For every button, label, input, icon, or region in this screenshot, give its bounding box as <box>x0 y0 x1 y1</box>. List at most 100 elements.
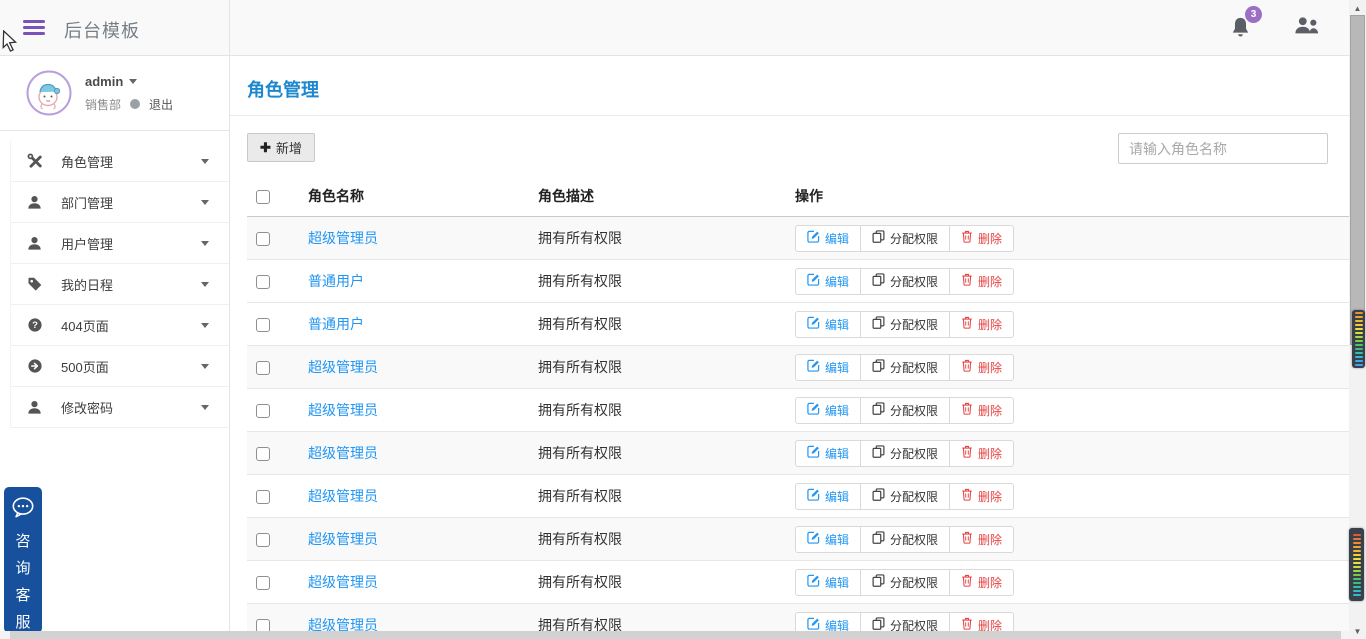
assign-permissions-button[interactable]: 分配权限 <box>860 396 951 424</box>
app-title: 后台模板 <box>64 21 140 41</box>
row-checkbox[interactable] <box>256 447 270 462</box>
role-name-link[interactable]: 超级管理员 <box>308 230 378 246</box>
bell-icon <box>1229 17 1252 45</box>
row-checkbox[interactable] <box>256 275 270 290</box>
sidebar-item-department-management[interactable]: 部门管理 <box>11 182 229 223</box>
edit-icon <box>807 402 820 418</box>
row-actions: 编辑 分配权限 删除 <box>795 267 1015 295</box>
edit-button[interactable]: 编辑 <box>795 396 862 424</box>
row-checkbox[interactable] <box>256 232 270 247</box>
table-row: 超级管理员 拥有所有权限 编辑 分配权限 删除 <box>247 560 1349 604</box>
edit-button[interactable]: 编辑 <box>795 267 862 295</box>
row-checkbox[interactable] <box>256 576 270 591</box>
clone-icon <box>872 402 885 418</box>
scroll-down-arrow[interactable]: ▼ <box>1349 623 1366 639</box>
main-content: 角色管理 ✚ 新增 角色名称 角色描述 操作 超级管理员拥有所有权限编辑分配权限… <box>230 56 1349 639</box>
trash-icon <box>961 488 973 504</box>
department-label: 销售部 <box>85 97 122 112</box>
role-name-link[interactable]: 超级管理员 <box>308 574 378 590</box>
sidebar-item-user-management[interactable]: 用户管理 <box>11 223 229 264</box>
role-name-link[interactable]: 超级管理员 <box>308 445 378 461</box>
assign-permissions-button[interactable]: 分配权限 <box>860 568 951 596</box>
assign-permissions-button[interactable]: 分配权限 <box>860 525 951 553</box>
logout-link[interactable]: 退出 <box>149 96 173 113</box>
row-actions: 编辑 分配权限 删除 <box>795 396 1015 424</box>
edit-button[interactable]: 编辑 <box>795 224 862 252</box>
edit-button[interactable]: 编辑 <box>795 353 862 381</box>
row-checkbox[interactable] <box>256 318 270 333</box>
customer-service-label: 咨询客服 <box>15 533 31 631</box>
row-checkbox[interactable] <box>256 533 270 548</box>
user-dropdown[interactable]: admin <box>85 74 173 89</box>
clone-icon <box>872 359 885 375</box>
sidebar-menu: 角色管理部门管理 用户管理 我的日程? 404页面 500页面修改密码 <box>10 141 229 428</box>
horizontal-scrollbar[interactable] <box>0 631 1349 639</box>
assign-permissions-button[interactable]: 分配权限 <box>860 310 951 338</box>
chevron-down-icon <box>201 404 209 410</box>
role-description: 拥有所有权限 <box>538 445 622 461</box>
plus-icon: ✚ <box>260 139 271 155</box>
delete-button[interactable]: 删除 <box>949 396 1015 424</box>
assign-permissions-button[interactable]: 分配权限 <box>860 224 951 252</box>
add-button[interactable]: ✚ 新增 <box>247 133 315 162</box>
avatar[interactable] <box>26 70 72 116</box>
role-name-link[interactable]: 超级管理员 <box>308 402 378 418</box>
sidebar-item-label: 404页面 <box>61 318 109 334</box>
tools-icon <box>27 153 44 170</box>
row-checkbox[interactable] <box>256 490 270 505</box>
edit-icon <box>807 488 820 504</box>
edit-button[interactable]: 编辑 <box>795 568 862 596</box>
delete-button[interactable]: 删除 <box>949 482 1015 510</box>
sidebar-item-page-404[interactable]: ? 404页面 <box>11 305 229 346</box>
notification-badge: 3 <box>1245 6 1262 23</box>
hamburger-menu-icon[interactable] <box>23 17 45 38</box>
row-checkbox[interactable] <box>256 361 270 376</box>
delete-button[interactable]: 删除 <box>949 310 1015 338</box>
edit-button[interactable]: 编辑 <box>795 439 862 467</box>
role-name-link[interactable]: 超级管理员 <box>308 359 378 375</box>
role-name-link[interactable]: 超级管理员 <box>308 531 378 547</box>
role-description: 拥有所有权限 <box>538 359 622 375</box>
edit-icon <box>807 445 820 461</box>
assign-permissions-button[interactable]: 分配权限 <box>860 439 951 467</box>
topbar: 后台模板 3 <box>0 0 1349 56</box>
delete-button[interactable]: 删除 <box>949 224 1015 252</box>
clone-icon <box>872 531 885 547</box>
vertical-scrollbar-thumb[interactable] <box>1350 15 1365 345</box>
edit-button[interactable]: 编辑 <box>795 482 862 510</box>
sidebar-item-page-500[interactable]: 500页面 <box>11 346 229 387</box>
delete-button[interactable]: 删除 <box>949 439 1015 467</box>
notifications-button[interactable]: 3 <box>1229 6 1262 41</box>
row-actions: 编辑 分配权限 删除 <box>795 439 1015 467</box>
assign-permissions-button[interactable]: 分配权限 <box>860 482 951 510</box>
row-actions: 编辑 分配权限 删除 <box>795 224 1015 252</box>
sidebar-item-label: 修改密码 <box>61 400 114 416</box>
customer-service-widget[interactable]: 咨询客服 <box>4 487 42 633</box>
delete-button[interactable]: 删除 <box>949 353 1015 381</box>
sidebar-item-my-schedule[interactable]: 我的日程 <box>11 264 229 305</box>
edit-button[interactable]: 编辑 <box>795 310 862 338</box>
horizontal-scrollbar-thumb[interactable] <box>10 631 1341 639</box>
role-name-link[interactable]: 普通用户 <box>308 316 364 332</box>
row-actions: 编辑 分配权限 删除 <box>795 482 1015 510</box>
assign-permissions-button[interactable]: 分配权限 <box>860 267 951 295</box>
table-row: 超级管理员 拥有所有权限 编辑 分配权限 删除 <box>247 474 1349 518</box>
role-name-link[interactable]: 普通用户 <box>308 273 364 289</box>
edit-button[interactable]: 编辑 <box>795 525 862 553</box>
role-name-link[interactable]: 超级管理员 <box>308 488 378 504</box>
question-circle-icon: ? <box>27 317 44 334</box>
row-checkbox[interactable] <box>256 404 270 419</box>
delete-button[interactable]: 删除 <box>949 525 1015 553</box>
scroll-up-arrow[interactable]: ▲ <box>1349 0 1366 16</box>
assign-permissions-button[interactable]: 分配权限 <box>860 353 951 381</box>
column-header-name: 角色名称 <box>308 180 538 217</box>
select-all-checkbox[interactable] <box>256 190 270 205</box>
sidebar-item-label: 角色管理 <box>61 154 114 170</box>
role-description: 拥有所有权限 <box>538 230 622 246</box>
users-button[interactable] <box>1293 16 1321 40</box>
search-input[interactable] <box>1118 133 1328 164</box>
delete-button[interactable]: 删除 <box>949 568 1015 596</box>
sidebar-item-change-password[interactable]: 修改密码 <box>11 387 229 428</box>
delete-button[interactable]: 删除 <box>949 267 1015 295</box>
sidebar-item-role-management[interactable]: 角色管理 <box>11 141 229 182</box>
